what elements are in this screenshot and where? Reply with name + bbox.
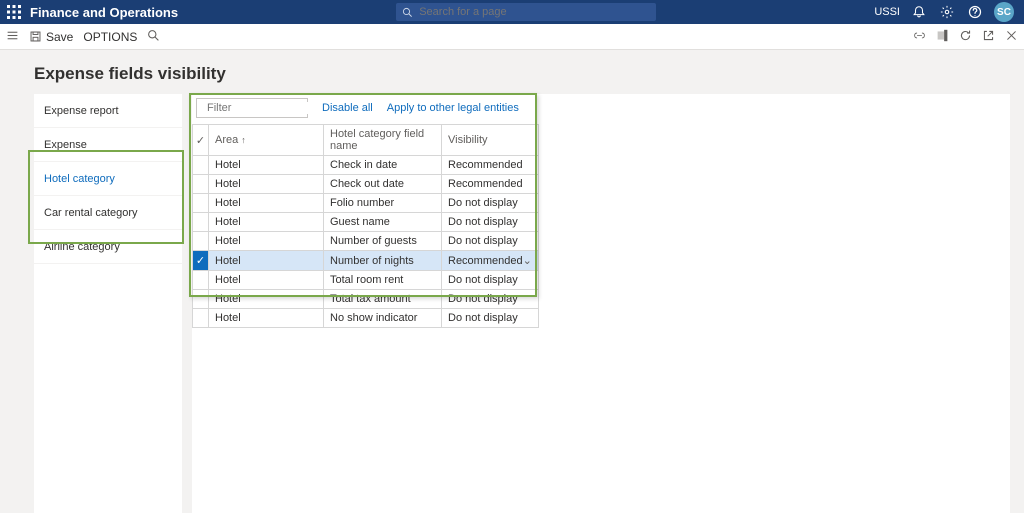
tab-expense-report[interactable]: Expense report xyxy=(34,94,182,128)
tab-expense[interactable]: Expense xyxy=(34,128,182,162)
row-checkbox[interactable] xyxy=(193,309,209,328)
cell-field[interactable]: Total room rent xyxy=(324,271,442,290)
options-button[interactable]: OPTIONS xyxy=(83,30,137,44)
cell-area[interactable]: Hotel xyxy=(209,175,324,194)
cell-visibility[interactable]: Do not display xyxy=(442,232,539,251)
cell-field[interactable]: Number of guests xyxy=(324,232,442,251)
company-label[interactable]: USSI xyxy=(874,6,900,18)
settings-icon[interactable] xyxy=(938,3,956,21)
cell-area[interactable]: Hotel xyxy=(209,213,324,232)
tab-car-rental-category[interactable]: Car rental category xyxy=(34,196,182,230)
cell-field[interactable]: No show indicator xyxy=(324,309,442,328)
cell-area[interactable]: Hotel xyxy=(209,232,324,251)
disable-all-link[interactable]: Disable all xyxy=(322,102,373,114)
notifications-icon[interactable] xyxy=(910,3,928,21)
cell-visibility[interactable]: Do not display xyxy=(442,213,539,232)
row-checkbox[interactable]: ✓ xyxy=(193,251,209,271)
page-title: Expense fields visibility xyxy=(34,64,1010,84)
table-row[interactable]: HotelTotal room rentDo not display xyxy=(193,271,539,290)
table-row[interactable]: HotelNo show indicatorDo not display xyxy=(193,309,539,328)
table-row[interactable]: HotelTotal tax amountDo not display xyxy=(193,290,539,309)
col-header-visibility[interactable]: Visibility xyxy=(442,125,539,156)
cell-visibility[interactable]: Recommended xyxy=(442,175,539,194)
tab-hotel-category[interactable]: Hotel category xyxy=(34,162,182,196)
action-bar: Save OPTIONS xyxy=(0,24,1024,50)
row-checkbox[interactable] xyxy=(193,156,209,175)
row-checkbox[interactable] xyxy=(193,271,209,290)
table-row[interactable]: HotelNumber of guestsDo not display xyxy=(193,232,539,251)
cell-area[interactable]: Hotel xyxy=(209,290,324,309)
fields-grid: ✓ Area↑ Hotel category field name Visibi… xyxy=(192,124,539,328)
app-topbar: Finance and Operations USSI SC xyxy=(0,0,1024,24)
cell-area[interactable]: Hotel xyxy=(209,156,324,175)
cell-visibility[interactable]: Do not display xyxy=(442,290,539,309)
open-new-icon[interactable] xyxy=(982,29,995,45)
table-row[interactable]: HotelGuest nameDo not display xyxy=(193,213,539,232)
table-row[interactable]: ✓HotelNumber of nightsRecommended⌄ xyxy=(193,251,539,271)
table-row[interactable]: HotelCheck in dateRecommended xyxy=(193,156,539,175)
cell-area[interactable]: Hotel xyxy=(209,309,324,328)
cell-field[interactable]: Number of nights xyxy=(324,251,442,271)
col-header-area[interactable]: Area↑ xyxy=(209,125,324,156)
sort-asc-icon: ↑ xyxy=(241,135,246,145)
filter-input-wrapper[interactable] xyxy=(196,98,308,118)
save-icon xyxy=(29,30,42,43)
user-avatar[interactable]: SC xyxy=(994,2,1014,22)
main-content: Disable all Apply to other legal entitie… xyxy=(192,94,1010,513)
tab-airline-category[interactable]: Airline category xyxy=(34,230,182,264)
row-checkbox[interactable] xyxy=(193,290,209,309)
cell-field[interactable]: Guest name xyxy=(324,213,442,232)
cell-field[interactable]: Folio number xyxy=(324,194,442,213)
row-checkbox[interactable] xyxy=(193,213,209,232)
office-icon[interactable] xyxy=(936,29,949,45)
cell-visibility[interactable]: Do not display xyxy=(442,194,539,213)
cell-visibility[interactable]: Recommended⌄ xyxy=(442,251,539,271)
close-icon[interactable] xyxy=(1005,29,1018,45)
table-row[interactable]: HotelFolio numberDo not display xyxy=(193,194,539,213)
save-button[interactable]: Save xyxy=(29,30,73,44)
cell-field[interactable]: Total tax amount xyxy=(324,290,442,309)
cell-field[interactable]: Check in date xyxy=(324,156,442,175)
tab-list: Expense reportExpenseHotel categoryCar r… xyxy=(34,94,182,513)
cell-area[interactable]: Hotel xyxy=(209,251,324,271)
select-all-checkbox[interactable]: ✓ xyxy=(193,125,209,156)
global-search[interactable] xyxy=(396,3,656,21)
link-icon[interactable] xyxy=(913,29,926,45)
row-checkbox[interactable] xyxy=(193,194,209,213)
col-header-field[interactable]: Hotel category field name xyxy=(324,125,442,156)
apply-link[interactable]: Apply to other legal entities xyxy=(387,102,519,114)
search-icon xyxy=(402,7,413,18)
cell-visibility[interactable]: Recommended xyxy=(442,156,539,175)
refresh-icon[interactable] xyxy=(959,29,972,45)
hamburger-icon[interactable] xyxy=(6,29,19,45)
save-label: Save xyxy=(46,30,73,44)
cell-area[interactable]: Hotel xyxy=(209,194,324,213)
cell-area[interactable]: Hotel xyxy=(209,271,324,290)
cell-visibility[interactable]: Do not display xyxy=(442,309,539,328)
search-action-icon[interactable] xyxy=(147,29,160,45)
row-checkbox[interactable] xyxy=(193,232,209,251)
table-row[interactable]: HotelCheck out dateRecommended xyxy=(193,175,539,194)
help-icon[interactable] xyxy=(966,3,984,21)
chevron-down-icon[interactable]: ⌄ xyxy=(523,254,532,267)
app-launcher-icon[interactable] xyxy=(4,2,24,22)
cell-field[interactable]: Check out date xyxy=(324,175,442,194)
cell-visibility[interactable]: Do not display xyxy=(442,271,539,290)
app-title: Finance and Operations xyxy=(30,5,178,20)
row-checkbox[interactable] xyxy=(193,175,209,194)
global-search-input[interactable] xyxy=(419,6,650,18)
